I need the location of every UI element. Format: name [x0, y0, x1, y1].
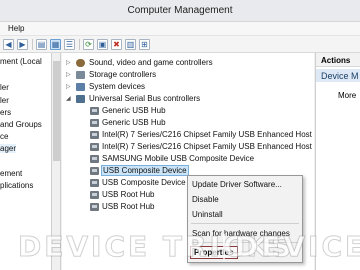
- tree-row[interactable]: Intel(R) 7 Series/C216 Chipset Family US…: [62, 129, 314, 141]
- tree-row-label: USB Root Hub: [102, 190, 155, 199]
- expand-icon[interactable]: ▷: [66, 59, 71, 66]
- tree-row-label: Universal Serial Bus controllers: [89, 94, 201, 103]
- tree-row[interactable]: Generic USB Hub: [62, 117, 314, 129]
- toolbar-separator: [32, 39, 33, 50]
- tree-row-label: System devices: [89, 82, 146, 91]
- forward-arrow-icon[interactable]: ▶: [17, 39, 28, 50]
- tree-row[interactable]: Intel(R) 7 Series/C216 Chipset Family US…: [62, 141, 314, 153]
- sound-icon: [76, 59, 85, 67]
- update-icon[interactable]: ▣: [97, 39, 108, 50]
- tree-item[interactable]: ler: [0, 96, 9, 105]
- actions-section[interactable]: Device M: [316, 69, 360, 82]
- menu-help[interactable]: Help: [8, 24, 24, 33]
- toolbar-separator: [79, 39, 80, 50]
- usb-icon: [90, 179, 99, 187]
- expand-icon[interactable]: ▷: [66, 83, 71, 90]
- actions-section-label: Device M: [321, 71, 359, 81]
- window-title: Computer Management: [127, 5, 233, 16]
- usb-category-icon: [76, 95, 85, 103]
- scan-icon[interactable]: ⟳: [83, 39, 94, 50]
- tree-row[interactable]: Generic USB Hub: [62, 105, 314, 117]
- up-folder-icon[interactable]: ▤: [36, 39, 47, 50]
- menu-item-properties[interactable]: Properties: [190, 246, 238, 259]
- system-icon: [76, 83, 85, 91]
- menu-separator: [191, 223, 299, 224]
- tree-row[interactable]: ▷ Storage controllers: [62, 69, 314, 81]
- usb-icon: [90, 143, 99, 151]
- tree-row-label: USB Composite Device: [101, 165, 189, 176]
- tree-row-label: Sound, video and game controllers: [89, 58, 213, 67]
- scrollbar-thumb[interactable]: [53, 61, 60, 161]
- usb-icon: [90, 119, 99, 127]
- usb-icon: [90, 155, 99, 163]
- usb-icon: [90, 131, 99, 139]
- tree-row[interactable]: ◢ Universal Serial Bus controllers: [62, 93, 314, 105]
- tree-item-device-manager[interactable]: ager: [0, 144, 17, 153]
- show-tree-icon[interactable]: ▦: [50, 39, 61, 50]
- menu-item-uninstall[interactable]: Uninstall: [192, 210, 223, 219]
- uninstall-icon[interactable]: ▥: [125, 39, 136, 50]
- context-menu: Update Driver Software... Disable Uninst…: [187, 175, 303, 263]
- disable-icon[interactable]: ✖: [111, 39, 122, 50]
- tree-item[interactable]: ler: [0, 83, 9, 92]
- back-arrow-icon[interactable]: ◀: [3, 39, 14, 50]
- actions-title: Actions: [321, 56, 351, 65]
- tree-item[interactable]: and Groups: [0, 120, 42, 129]
- actions-header: Actions: [316, 53, 360, 67]
- tree-row[interactable]: ▷ System devices: [62, 81, 314, 93]
- collapse-icon[interactable]: ◢: [66, 95, 71, 102]
- actions-pane: Actions Device M More: [315, 53, 360, 270]
- expand-icon[interactable]: ▷: [66, 71, 71, 78]
- tree-row-label: Generic USB Hub: [102, 118, 166, 127]
- tree-row-label: Intel(R) 7 Series/C216 Chipset Family US…: [102, 130, 312, 139]
- tree-item[interactable]: plications: [0, 181, 33, 190]
- menu-separator: [191, 242, 299, 243]
- tree-item[interactable]: ment (Local: [0, 57, 42, 66]
- tree-item[interactable]: ers: [0, 108, 11, 117]
- menu-item-disable[interactable]: Disable: [192, 195, 219, 204]
- scrollbar[interactable]: [52, 53, 61, 270]
- usb-icon: [90, 107, 99, 115]
- tree-row-label: SAMSUNG Mobile USB Composite Device: [102, 154, 255, 163]
- tree-item[interactable]: ement: [0, 169, 22, 178]
- tree-row[interactable]: SAMSUNG Mobile USB Composite Device: [62, 153, 314, 165]
- storage-icon: [76, 71, 85, 79]
- tree-row-label: USB Root Hub: [102, 202, 155, 211]
- title-bar: Computer Management: [0, 0, 360, 22]
- menu-item-scan[interactable]: Scan for hardware changes: [192, 229, 290, 238]
- tree-row-label: Generic USB Hub: [102, 106, 166, 115]
- tree-item[interactable]: ce: [0, 132, 8, 141]
- tree-row-label: Storage controllers: [89, 70, 157, 79]
- more-actions-link[interactable]: More: [338, 91, 356, 100]
- toolbar: ◀ ▶ ▤ ▦ ☰ ⟳ ▣ ✖ ▥ ⊞: [0, 36, 360, 53]
- usb-icon: [90, 167, 99, 175]
- menu-bar: Help: [0, 22, 360, 36]
- refresh-icon[interactable]: ⊞: [139, 39, 150, 50]
- tree-row-label: Intel(R) 7 Series/C216 Chipset Family US…: [102, 142, 312, 151]
- properties-icon[interactable]: ☰: [64, 39, 75, 50]
- tree-row[interactable]: ▷ Sound, video and game controllers: [62, 57, 314, 69]
- usb-icon: [90, 191, 99, 199]
- tree-row-label: USB Composite Device: [102, 178, 186, 187]
- menu-item-update-driver[interactable]: Update Driver Software...: [192, 180, 282, 189]
- console-tree: ment (Local ler ler ers and Groups ce ag…: [0, 53, 52, 270]
- usb-icon: [90, 203, 99, 211]
